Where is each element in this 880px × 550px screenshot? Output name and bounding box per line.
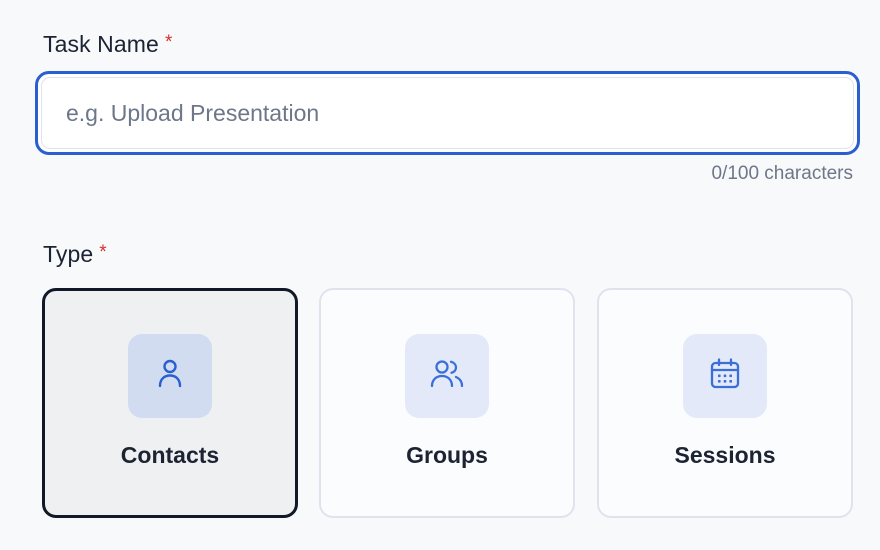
task-name-label-text: Task Name — [43, 31, 159, 57]
task-name-label: Task Name * — [43, 31, 172, 58]
groups-icon-box — [405, 334, 489, 418]
character-counter: 0/100 characters — [711, 163, 853, 184]
type-label: Type * — [43, 241, 107, 268]
groups-label: Groups — [406, 442, 488, 468]
task-name-input-frame — [41, 77, 854, 149]
contacts-icon-box — [128, 334, 212, 418]
task-name-field[interactable] — [35, 71, 860, 155]
sessions-label: Sessions — [674, 442, 776, 468]
users-icon — [429, 358, 465, 395]
type-label-text: Type — [43, 241, 94, 267]
task-name-input[interactable] — [42, 78, 853, 148]
type-option-sessions[interactable]: Sessions — [597, 288, 853, 518]
task-form: Task Name* 0/100 characters Type* Contac… — [0, 0, 880, 550]
type-option-contacts[interactable]: Contacts — [42, 288, 298, 518]
type-option-groups[interactable]: Groups — [319, 288, 575, 518]
sessions-icon-box — [683, 334, 767, 418]
required-asterisk: * — [99, 242, 107, 263]
required-asterisk: * — [164, 32, 173, 53]
user-icon — [155, 358, 185, 395]
contacts-label: Contacts — [120, 442, 220, 468]
calendar-icon — [708, 357, 742, 396]
